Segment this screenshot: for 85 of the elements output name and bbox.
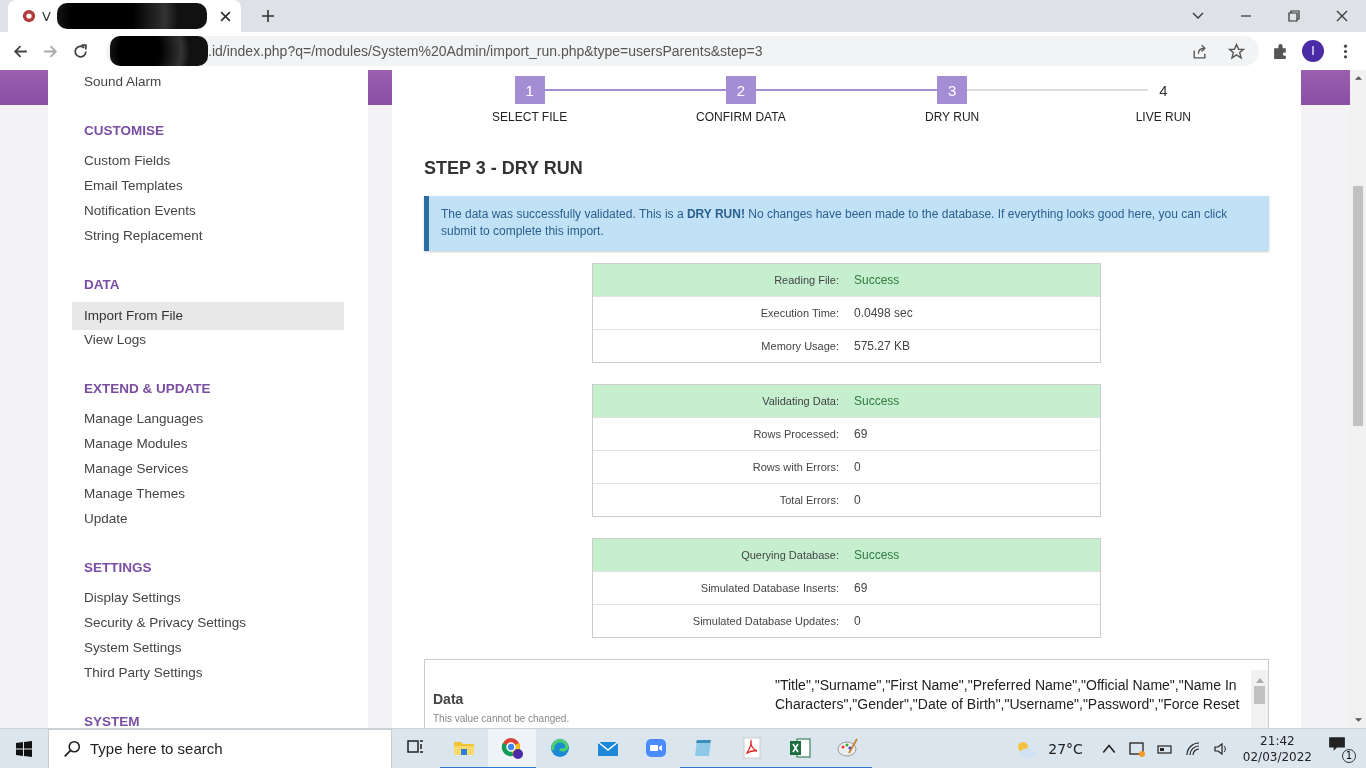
row-label: Rows Processed:: [752, 428, 839, 440]
row-value: 69: [854, 581, 868, 595]
share-icon[interactable]: [1191, 42, 1208, 60]
sidebar-item[interactable]: View Logs: [72, 330, 344, 355]
wifi-icon[interactable]: [1184, 740, 1201, 757]
row-label: Rows with Errors:: [751, 461, 839, 473]
search-icon: [63, 739, 81, 758]
sidebar-item[interactable]: System Settings: [72, 638, 344, 663]
address-field[interactable]: .id/index.php?q=/modules/System%20Admin/import_run.php&type=usersParents&step=3: [106, 36, 1259, 66]
profile-avatar[interactable]: I: [1302, 40, 1324, 62]
field-label: Data: [433, 691, 465, 707]
row-value: 0: [854, 460, 861, 474]
taskbar-search-field[interactable]: Type here to search: [48, 728, 392, 768]
sidebar-item[interactable]: Email Templates: [72, 176, 344, 201]
row-label: Reading File:: [773, 274, 839, 286]
puzzle-icon[interactable]: [1272, 42, 1289, 60]
pdf-icon: [740, 735, 764, 760]
browser-icon: [500, 735, 524, 760]
sidebar-item[interactable]: String Replacement: [72, 226, 344, 251]
monitor-icon[interactable]: [1128, 740, 1145, 757]
taskbar-app[interactable]: [488, 728, 536, 768]
scroll-down-icon[interactable]: [1353, 717, 1363, 723]
sidebar-item[interactable]: Update: [72, 509, 344, 534]
section-heading: EXTEND & UPDATE: [83, 381, 212, 398]
scroll-up-icon[interactable]: [1353, 75, 1363, 81]
step-label: DRY RUN: [925, 110, 980, 124]
row-label: Querying Database:: [740, 549, 839, 561]
sidebar-item[interactable]: Display Settings: [72, 588, 344, 613]
section-heading: CUSTOMISE: [83, 123, 165, 140]
sidebar-item[interactable]: Custom Fields: [72, 151, 344, 176]
step-label: LIVE RUN: [1135, 110, 1192, 124]
row-value: 0.0498 sec: [854, 306, 913, 320]
row-value: Success: [854, 394, 900, 408]
step-number: 3: [937, 76, 968, 104]
sidebar-item[interactable]: Manage Modules: [72, 434, 344, 459]
sidebar-item[interactable]: Import From File: [72, 302, 344, 330]
sidebar-item[interactable]: Third Party Settings: [72, 663, 344, 688]
step-number: 4: [1158, 80, 1169, 101]
row-value: Success: [854, 273, 900, 287]
speaker-icon[interactable]: [1212, 740, 1229, 757]
row-value: 69: [854, 427, 868, 441]
row-value: 0: [854, 493, 861, 507]
scroll-thumb[interactable]: [1353, 186, 1363, 426]
sidebar-item[interactable]: Manage Languages: [72, 409, 344, 434]
row-label: Execution Time:: [759, 307, 839, 319]
site-icon: [22, 9, 36, 23]
row-value: 0: [854, 614, 861, 628]
section-heading: DATA: [83, 277, 121, 294]
sidebar-item[interactable]: Notification Events: [72, 201, 344, 226]
page-scrollbar[interactable]: [1350, 70, 1366, 728]
star-icon[interactable]: [1228, 42, 1245, 60]
restore-icon[interactable]: [1287, 9, 1301, 23]
info-message: The data was successfully validated. This is a DRY RUN! No changes have been made to the database. If everything looks good here, you can click submit to complete this import.: [424, 196, 1269, 251]
scrollbar[interactable]: [1251, 670, 1268, 728]
row-label: Simulated Database Updates:: [691, 615, 839, 627]
temperature[interactable]: 27°C: [1048, 740, 1083, 757]
sidebar-item[interactable]: Manage Services: [72, 459, 344, 484]
page-heading: STEP 3 - DRY RUN: [424, 158, 584, 179]
clock[interactable]: 21:42 02/03/2022: [1242, 732, 1312, 765]
windows-start-icon[interactable]: [16, 740, 32, 757]
row-label: Validating Data:: [761, 395, 839, 407]
row-value: 575.27 KB: [854, 339, 911, 353]
row-label: Memory Usage:: [760, 340, 839, 352]
browser-tab[interactable]: V: [8, 0, 241, 32]
step-number: 2: [725, 76, 756, 104]
row-label: Simulated Database Inserts:: [699, 582, 839, 594]
notification-button[interactable]: 1: [1328, 734, 1356, 763]
tab-title: V: [42, 8, 51, 24]
notification-icon: [1328, 734, 1346, 753]
new-tab-icon[interactable]: [261, 9, 275, 23]
sidebar-item[interactable]: Sound Alarm: [72, 72, 344, 97]
step-label: SELECT FILE: [492, 110, 568, 124]
sidebar-item[interactable]: Security & Privacy Settings: [72, 613, 344, 638]
step-label: CONFIRM DATA: [696, 110, 786, 124]
sidebar-item[interactable]: Manage Themes: [72, 484, 344, 509]
close-icon[interactable]: [1335, 9, 1349, 23]
spreadsheet-icon: [788, 735, 812, 760]
row-label: Total Errors:: [778, 494, 839, 506]
section-heading: SETTINGS: [83, 560, 153, 577]
close-icon[interactable]: [220, 10, 231, 22]
row-value: Success: [854, 548, 900, 562]
section-heading: SYSTEM: [83, 714, 141, 728]
field-note: This value cannot be changed.: [433, 713, 571, 724]
reload-icon[interactable]: [72, 42, 89, 60]
step-number: 1: [514, 76, 545, 104]
